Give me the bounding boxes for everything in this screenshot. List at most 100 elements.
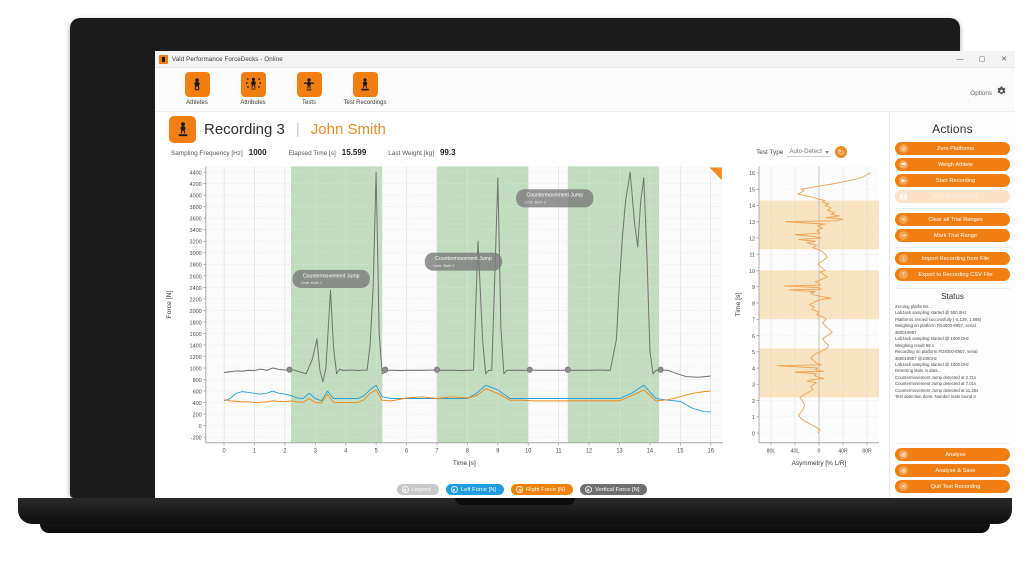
maximize-button[interactable]: ▢ xyxy=(971,51,993,67)
weigh-athlete-button[interactable]: ⬒ Weigh Athlete xyxy=(895,158,1010,171)
trial-marker xyxy=(526,366,533,373)
y-tick-label: 3800 xyxy=(190,205,202,211)
trial-label-title: Countermovement Jump xyxy=(526,193,583,199)
test-type-select[interactable]: Auto-Detect xyxy=(787,147,831,157)
status-log: Zeroing platforms... LabJack sampling sta… xyxy=(895,304,1010,401)
button-label: Clear all Trial Ranges xyxy=(928,216,983,223)
toolbar-item-test-recordings[interactable]: Test Recordings xyxy=(337,72,393,106)
x-tick-label: 10 xyxy=(525,448,531,454)
toolbar-item-attributes[interactable]: Attributes xyxy=(225,72,281,106)
analyse-button[interactable]: ▥ Analyse xyxy=(895,448,1010,461)
test-type-label: Test Type xyxy=(756,148,784,156)
eye-icon xyxy=(584,486,592,493)
button-label: Import Recording from File xyxy=(921,255,990,262)
test-recordings-icon xyxy=(352,72,378,97)
start-recording-button[interactable]: ▶ Start Recording xyxy=(895,174,1010,187)
button-label: Zero Platforms xyxy=(936,145,975,152)
window-title: Vald Performance ForceDecks - Online xyxy=(172,55,283,63)
legend-toggle-vertical-force[interactable]: Vertical Force [N] xyxy=(579,484,648,495)
trial-label-title: Countermovement Jump xyxy=(435,256,492,262)
x-tick-label: 9 xyxy=(496,448,499,454)
x-tick-label: 14 xyxy=(647,448,654,454)
y-tick-label: 8 xyxy=(752,301,755,307)
x-tick-label: 2 xyxy=(283,448,286,454)
page-title: Recording 3 xyxy=(204,121,285,138)
attributes-icon xyxy=(240,72,266,97)
main-toolbar: Athletes Attributes Tests Test Recording… xyxy=(155,68,1015,112)
x-tick-label: 80R xyxy=(862,448,872,454)
asymmetry-chart[interactable]: 0 1 2 3 4 5 6 7 8 9 10 11 12 13 14 15 16 80L 40L 0 40R 80R Asy… xyxy=(733,160,883,479)
clear-trial-ranges-button[interactable]: ✕ Clear all Trial Ranges xyxy=(895,213,1010,226)
minimize-button[interactable]: — xyxy=(949,51,971,67)
x-tick-label: 5 xyxy=(375,448,378,454)
actions-group-trials: ✕ Clear all Trial Ranges ⇥ Mark Trial Ra… xyxy=(895,208,1010,245)
legend-toggle-legend[interactable]: Legend xyxy=(396,484,439,495)
x-tick-label: 16 xyxy=(708,448,714,454)
y-tick-label: 3200 xyxy=(190,240,202,246)
toolbar-item-tests[interactable]: Tests xyxy=(281,72,337,106)
x-tick-label: 40L xyxy=(791,448,800,454)
y-axis-label: Force [N] xyxy=(166,290,173,318)
refresh-icon[interactable]: ↻ xyxy=(835,146,847,158)
mark-trial-range-button[interactable]: ⇥ Mark Trial Range xyxy=(895,229,1010,242)
legend-label: Left Force [N] xyxy=(460,486,496,493)
y-tick-label: 1000 xyxy=(190,366,202,372)
stat-value-elapsed-time: 15.599 xyxy=(341,148,367,157)
y-tick-label: 14 xyxy=(749,204,755,210)
x-tick-label: 4 xyxy=(344,448,348,454)
trial-label-sublabel: Limb: Both 1 xyxy=(301,280,323,285)
force-time-chart[interactable]: -200 0 200 400 600 800 1000 1200 1400 1600 1800 200… xyxy=(159,160,729,479)
y-tick-label: 4200 xyxy=(190,182,202,188)
quit-icon: ✕ xyxy=(899,482,908,491)
x-tick-label: 3 xyxy=(314,448,317,454)
y-tick-label: 7 xyxy=(752,317,755,323)
zero-platforms-button[interactable]: ◎ Zero Platforms xyxy=(895,142,1010,155)
toolbar-label: Test Recordings xyxy=(343,100,387,106)
test-type-control: Test Type Auto-Detect ↻ xyxy=(756,146,847,158)
save-icon: ◍ xyxy=(899,466,908,475)
trial-marker xyxy=(382,366,389,373)
legend-label: Legend xyxy=(411,486,431,493)
close-button[interactable]: ✕ xyxy=(993,51,1015,67)
y-tick-label: 1200 xyxy=(190,355,202,361)
mark-icon: ⇥ xyxy=(899,231,908,240)
x-tick-label: 15 xyxy=(677,448,683,454)
legend-label: Right Force [N] xyxy=(526,486,565,493)
export-csv-button[interactable]: ⤒ Export to Recording CSV File xyxy=(895,268,1010,281)
laptop-foot xyxy=(40,524,990,533)
y-tick-label: 4000 xyxy=(190,194,202,200)
legend-label: Vertical Force [N] xyxy=(594,486,640,493)
trial-marker xyxy=(564,366,571,373)
eye-icon xyxy=(450,486,458,493)
y-tick-label: 3400 xyxy=(190,228,202,234)
options-button[interactable]: Options xyxy=(970,84,1007,102)
trial-marker xyxy=(657,366,664,373)
import-recording-button[interactable]: ⤓ Import Recording from File xyxy=(895,252,1010,265)
legend-toggle-right-force[interactable]: Right Force [N] xyxy=(511,484,573,495)
screenshot-stage: Vald Performance ForceDecks - Online — ▢… xyxy=(0,0,1030,563)
x-axis-label: Asymmetry [% L/R] xyxy=(792,460,847,467)
analyse-and-save-button[interactable]: ◍ Analyse & Save xyxy=(895,464,1010,477)
legend-toggle-left-force[interactable]: Left Force [N] xyxy=(445,484,504,495)
quit-test-recording-button[interactable]: ✕ Quit Test Recording xyxy=(895,480,1010,493)
button-label: Quit Test Recording xyxy=(930,483,981,490)
stat-value-sampling-frequency: 1000 xyxy=(248,148,267,157)
button-label: Start Recording xyxy=(935,177,976,184)
y-tick-label: 600 xyxy=(193,389,202,395)
y-tick-label: 2 xyxy=(752,399,755,405)
y-tick-label: 1400 xyxy=(190,343,202,349)
y-tick-label: 10 xyxy=(749,269,755,275)
y-tick-label: 16 xyxy=(749,171,755,177)
actions-group-recording: ◎ Zero Platforms ⬒ Weigh Athlete ▶ Start… xyxy=(895,142,1010,206)
recording-header: Recording 3 | John Smith xyxy=(155,112,889,146)
button-label: Please Recording xyxy=(933,193,978,200)
trial-label-title: Countermovement Jump xyxy=(303,273,360,279)
x-tick-label: 0 xyxy=(818,448,821,454)
y-tick-label: 400 xyxy=(193,401,202,407)
trial-label-sublabel: Limb: Both 2 xyxy=(433,263,455,268)
stat-value-last-weight: 99.3 xyxy=(439,148,456,157)
scale-icon: ⬒ xyxy=(899,160,908,169)
toolbar-item-athletes[interactable]: Athletes xyxy=(169,72,225,106)
stat-label-sampling-frequency: Sampling Frequency [Hz] xyxy=(171,150,243,157)
pause-recording-button: ❚❚ Please Recording xyxy=(895,190,1010,203)
